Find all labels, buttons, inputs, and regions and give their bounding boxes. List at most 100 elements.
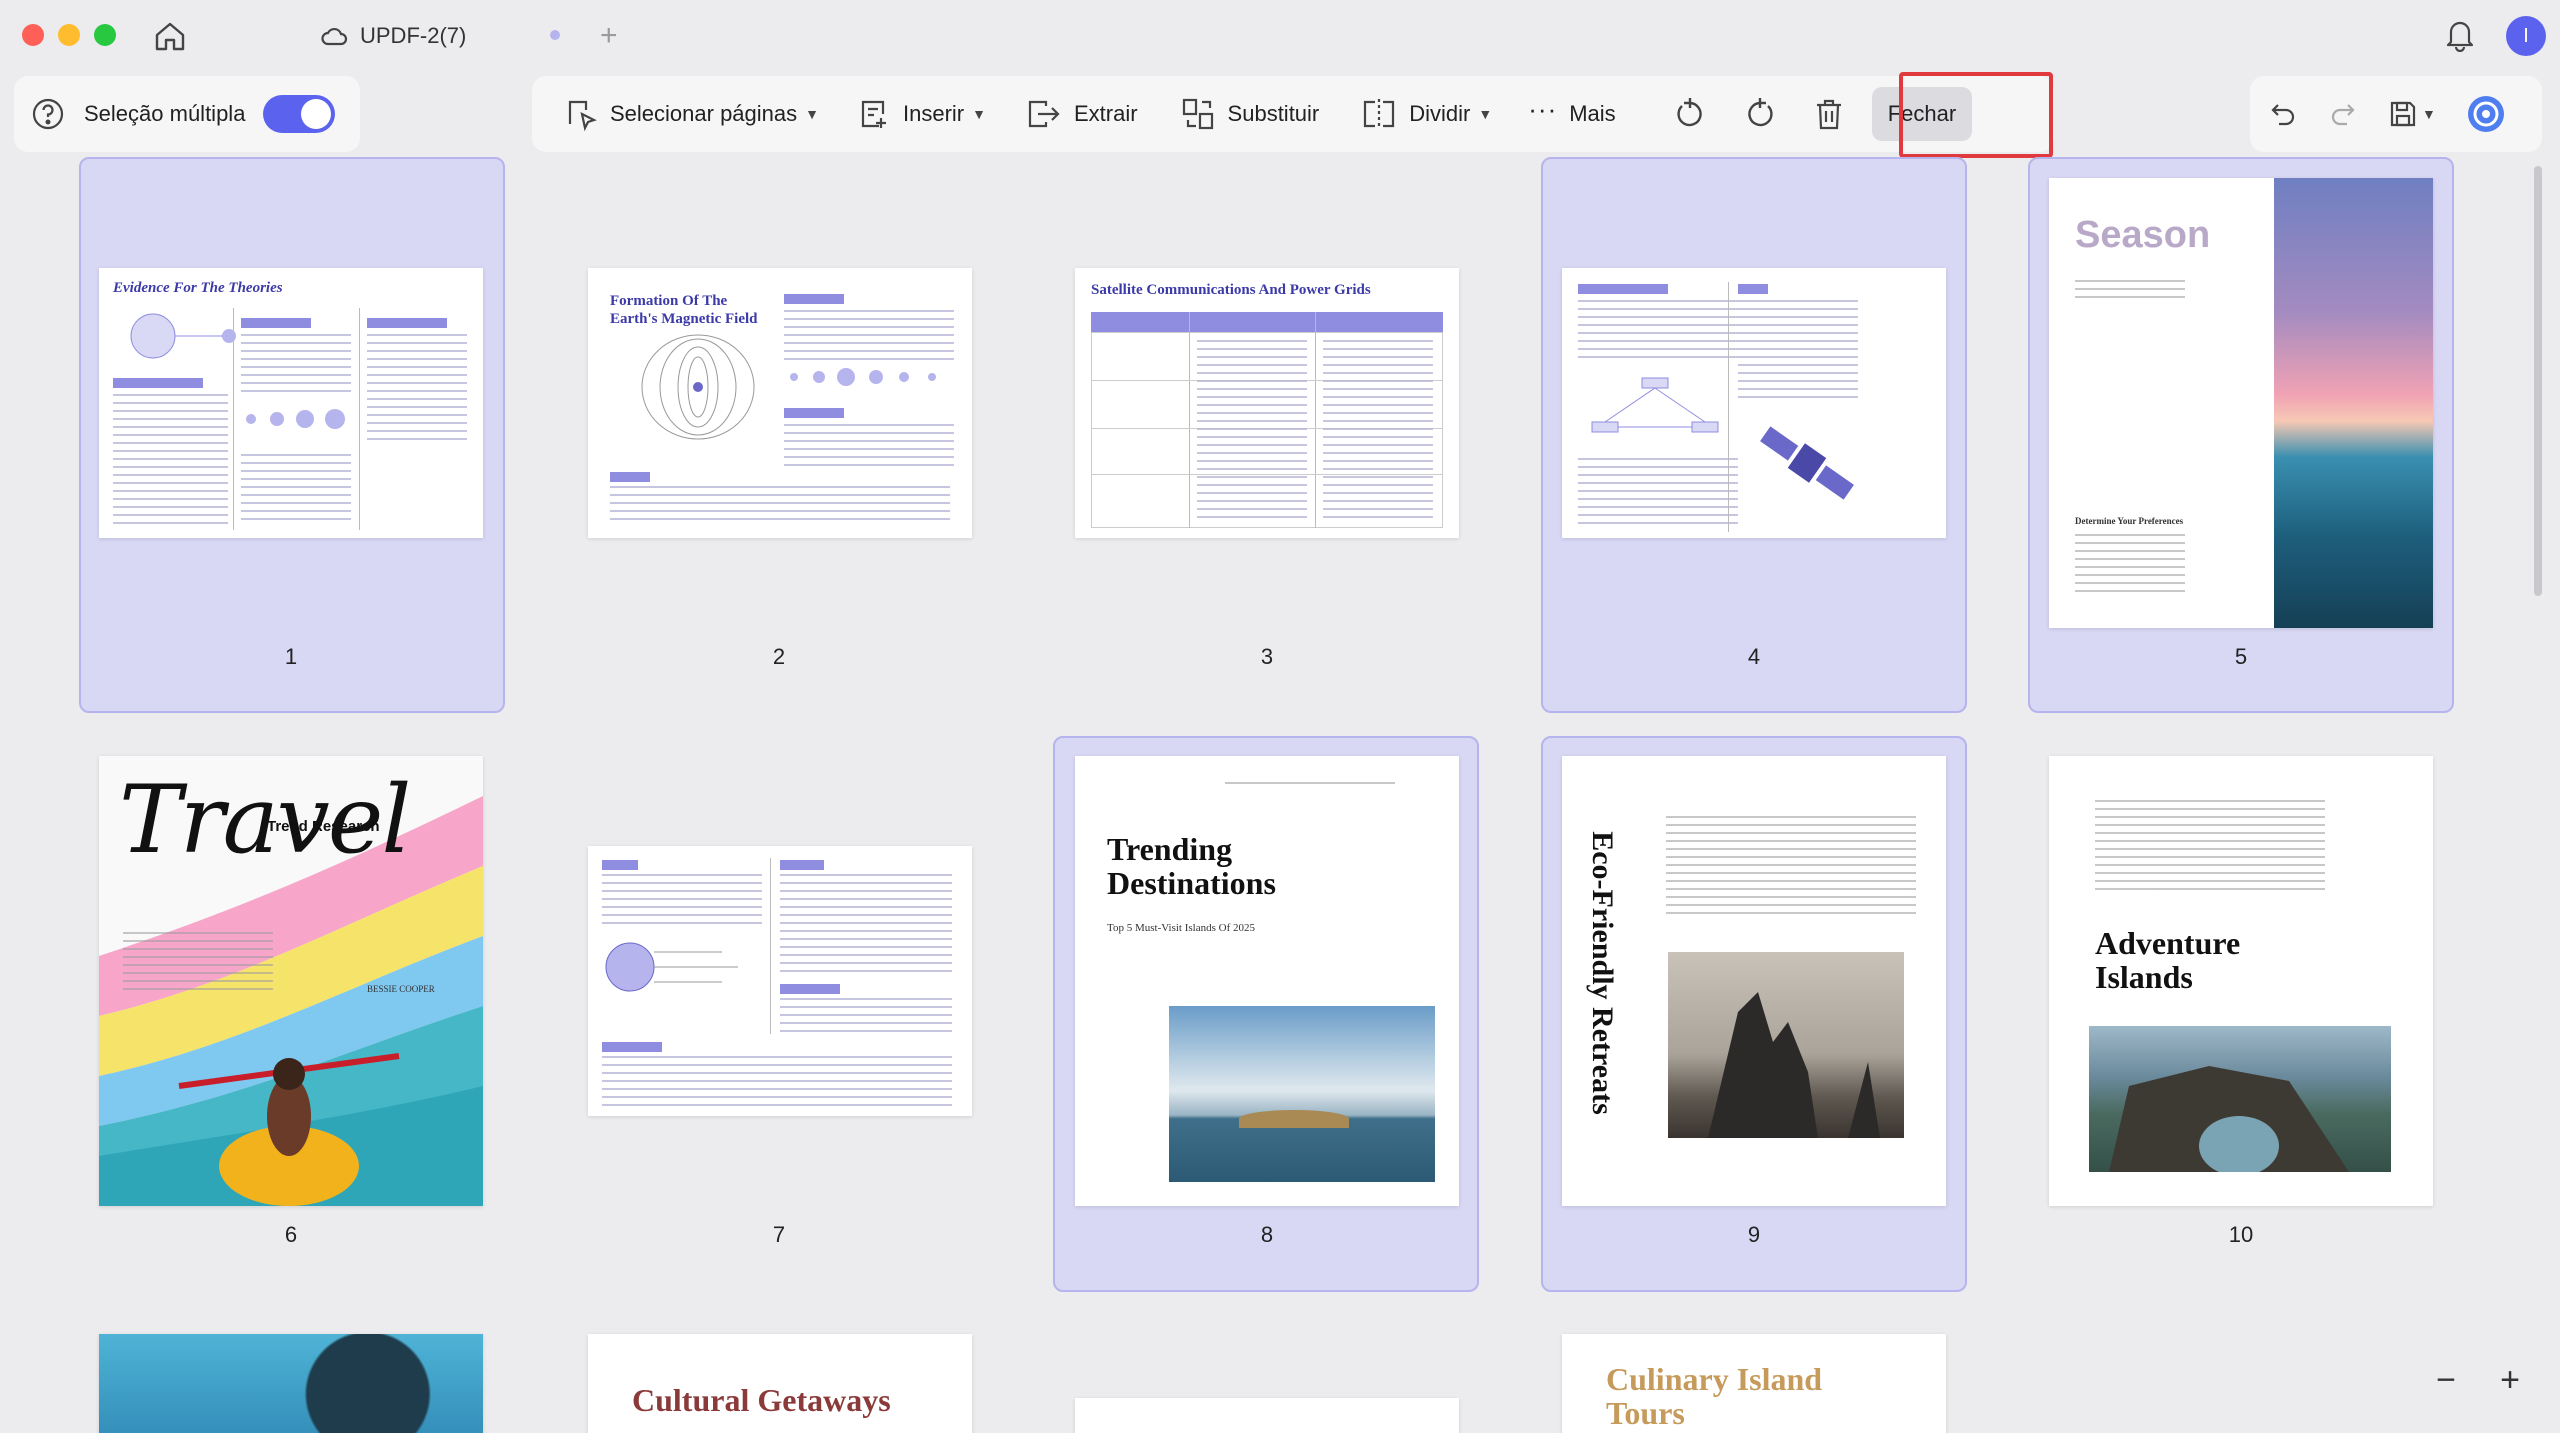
page-5-title: Season <box>2075 214 2211 256</box>
unsaved-indicator <box>550 30 560 40</box>
page-thumbnail-11[interactable] <box>99 1334 483 1433</box>
underwater-image <box>99 1334 483 1433</box>
page-14-title: Culinary Island Tours <box>1606 1361 1823 1431</box>
page-5-subtitle: Determine Your Preferences <box>2075 516 2184 526</box>
more-dots-icon: ··· <box>1528 93 1558 124</box>
cloud-icon <box>321 27 348 46</box>
replace-icon <box>1182 98 1213 130</box>
page-thumbnail-9[interactable]: Eco-Friendly Retreats <box>1562 756 1946 1206</box>
page-number-2: 2 <box>772 644 786 669</box>
planet-diagram <box>605 942 738 992</box>
avatar[interactable]: I <box>2506 16 2546 56</box>
page-number-7: 7 <box>772 1222 786 1247</box>
document-tab[interactable]: UPDF-2(7) <box>320 16 466 56</box>
split-label: Dividir <box>1409 101 1471 126</box>
replace-label: Substituir <box>1227 101 1320 126</box>
page-thumbnail-12[interactable]: Cultural Getaways <box>588 1334 972 1433</box>
bell-icon[interactable] <box>2442 16 2478 52</box>
page-number-6: 6 <box>284 1222 298 1247</box>
select-pages-icon <box>568 100 597 132</box>
page-number-10: 10 <box>2228 1222 2254 1247</box>
page-thumbnail-14[interactable]: Culinary Island Tours <box>1562 1334 1946 1433</box>
save-menu[interactable]: ▼ <box>2388 99 2436 129</box>
close-window-button[interactable] <box>22 24 44 46</box>
delete-button[interactable] <box>1802 87 1856 141</box>
page-thumbnail-13[interactable] <box>1075 1398 1459 1433</box>
undo-icon[interactable] <box>2268 99 2298 129</box>
diagram-image <box>130 313 236 359</box>
extract-button[interactable]: Extrair <box>1014 87 1148 141</box>
chevron-down-icon: ▼ <box>2422 106 2436 122</box>
page-number-9: 9 <box>1747 1222 1761 1247</box>
page-thumbnail-1[interactable]: Evidence For The Theories <box>99 268 483 538</box>
help-icon[interactable] <box>30 96 66 132</box>
insert-label: Inserir <box>903 101 965 126</box>
sea-arch-image <box>2089 1026 2391 1176</box>
rotate-right-button[interactable] <box>1732 87 1788 141</box>
zoom-out-button[interactable]: − <box>2426 1360 2466 1400</box>
page-number-8: 8 <box>1260 1222 1274 1247</box>
page-thumbnail-7[interactable] <box>588 846 972 1116</box>
new-tab-button[interactable]: + <box>600 18 618 54</box>
page-number-1: 1 <box>284 644 298 669</box>
document-tab-title: UPDF-2(7) <box>360 23 467 48</box>
redo-icon[interactable] <box>2328 99 2358 129</box>
title-bar: UPDF-2(7) + I <box>0 0 2560 72</box>
select-pages-label: Selecionar páginas <box>610 101 798 126</box>
page-number-3: 3 <box>1260 644 1274 669</box>
page-10-title: Adventure Islands <box>2095 925 2241 995</box>
page-thumbnail-4[interactable] <box>1562 268 1946 538</box>
page-thumbnail-5[interactable]: Season Determine Your Preferences <box>2049 178 2433 628</box>
rotate-right-icon <box>1747 98 1773 127</box>
insert-button[interactable]: Inserir ▼ <box>847 87 996 141</box>
page-thumbnail-8[interactable]: Trending Destinations Top 5 Must-Visit I… <box>1075 756 1459 1206</box>
magnetic-field-diagram <box>641 334 755 440</box>
minimize-window-button[interactable] <box>58 24 80 46</box>
multi-select-label: Seleção múltipla <box>84 101 246 126</box>
page-thumbnail-2[interactable]: Formation Of The Earth's Magnetic Field <box>588 268 972 538</box>
page-toolbar: Selecionar páginas ▼ Inserir ▼ Extrair S… <box>532 76 2054 152</box>
page-8-title: Trending Destinations <box>1107 831 1276 901</box>
page-thumbnail-6[interactable]: Travel Trend Research BESSIE COOPER <box>99 756 483 1206</box>
replace-button[interactable]: Substituir <box>1170 87 1330 141</box>
trash-icon <box>1816 99 1841 130</box>
split-button[interactable]: Dividir ▼ <box>1351 87 1502 141</box>
multi-select-toggle[interactable] <box>263 95 336 133</box>
sunset-sea-image <box>2274 178 2433 628</box>
multi-select-panel: Seleção múltipla <box>14 76 360 152</box>
sea-stack-image <box>1668 952 1904 1138</box>
page-9-title: Eco-Friendly Retreats <box>1586 831 1619 1115</box>
chevron-down-icon: ▼ <box>805 106 819 122</box>
more-button[interactable]: ··· Mais <box>1518 87 1625 141</box>
page-number-4: 4 <box>1747 644 1761 669</box>
network-diagram <box>1591 377 1719 433</box>
close-page-mode-button[interactable]: Fechar <box>1871 87 1973 141</box>
dots-image <box>790 368 936 386</box>
vertical-scrollbar[interactable] <box>2534 166 2542 596</box>
satellite-image <box>1760 426 1854 500</box>
more-label: Mais <box>1569 101 1616 126</box>
split-icon <box>1364 99 1395 129</box>
page-2-title: Formation Of The Earth's Magnetic Field <box>610 293 758 327</box>
extract-icon <box>1028 100 1060 128</box>
insert-icon <box>861 100 886 128</box>
page-thumbnail-3[interactable]: Satellite Communications And Power Grids <box>1075 268 1459 538</box>
select-pages-button[interactable]: Selecionar páginas ▼ <box>554 87 829 141</box>
chevron-down-icon: ▼ <box>972 106 986 122</box>
home-icon[interactable] <box>152 18 188 54</box>
extract-label: Extrair <box>1073 101 1138 126</box>
history-panel: ▼ <box>2250 76 2542 152</box>
save-icon <box>2390 101 2416 127</box>
maximize-window-button[interactable] <box>94 24 116 46</box>
page-thumbnail-10[interactable]: Adventure Islands <box>2049 756 2433 1206</box>
page-3-title: Satellite Communications And Power Grids <box>1091 282 1371 298</box>
page-8-subtitle: Top 5 Must-Visit Islands Of 2025 <box>1107 922 1255 934</box>
page-6-author: BESSIE COOPER <box>367 984 435 994</box>
ai-assistant-icon[interactable] <box>2466 94 2506 134</box>
page-6-badge: Trend Research <box>267 818 380 835</box>
page-12-title: Cultural Getaways <box>632 1382 891 1418</box>
zoom-in-button[interactable]: + <box>2490 1360 2530 1400</box>
rotate-left-button[interactable] <box>1662 87 1718 141</box>
island-image <box>1169 1006 1435 1182</box>
page-1-title: Evidence For The Theories <box>113 280 283 296</box>
